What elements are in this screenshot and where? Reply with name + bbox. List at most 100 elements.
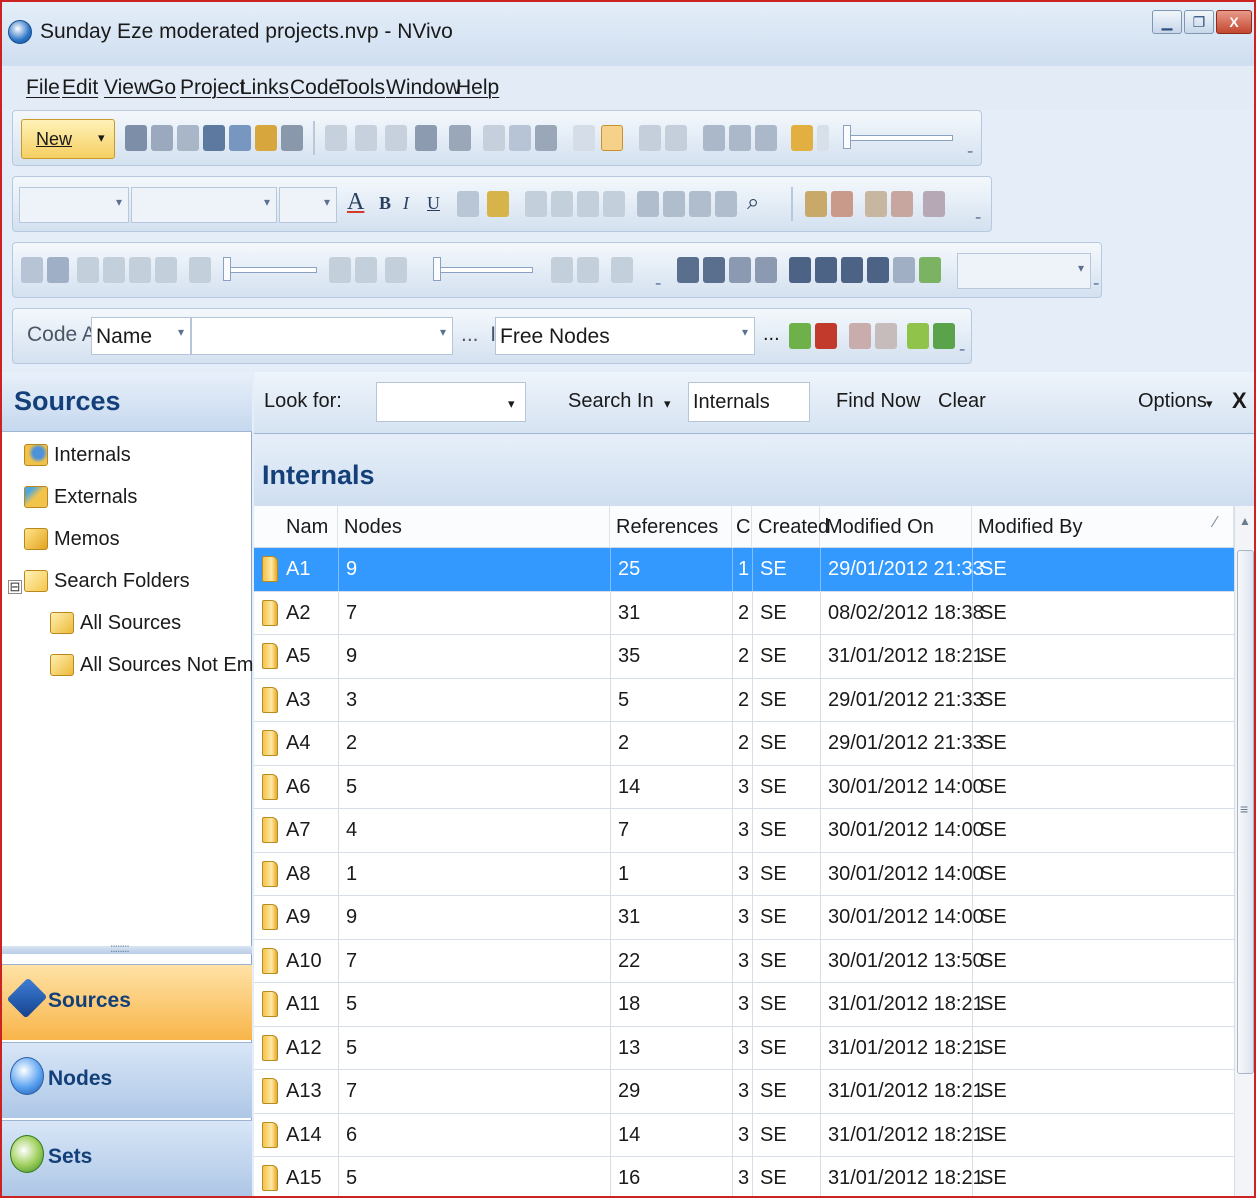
code-in-vivo-icon[interactable] [849, 323, 871, 349]
search-in-field[interactable]: Internals [688, 382, 810, 422]
scroll-up-icon[interactable]: ▲ [1239, 514, 1251, 528]
spread-coding-icon[interactable] [923, 191, 945, 217]
uncode-icon[interactable] [875, 323, 897, 349]
minimize-button[interactable]: ▁ [1152, 10, 1182, 34]
find-now-button[interactable]: Find Now [836, 390, 920, 413]
collapse-icon[interactable]: ⊟ [8, 580, 22, 594]
table-row[interactable]: A15 5 16 3 SE 31/01/2012 18:21 SE [254, 1157, 1234, 1196]
go-to-icon[interactable] [611, 257, 633, 283]
nav-button-nodes[interactable]: Nodes [2, 1042, 252, 1118]
rewind-icon[interactable] [103, 257, 125, 283]
table-row[interactable]: A8 1 1 3 SE 30/01/2012 14:00 SE [254, 852, 1234, 896]
table-row[interactable]: A4 2 2 2 SE 29/01/2012 21:33 SE [254, 722, 1234, 766]
menu-go[interactable]: Go [148, 76, 176, 100]
chart-icon[interactable] [449, 125, 471, 151]
split-cells-icon[interactable] [755, 257, 777, 283]
align-icon[interactable] [355, 125, 377, 151]
play-icon[interactable] [21, 257, 43, 283]
bold-button[interactable]: B [379, 193, 391, 214]
document-view-icon[interactable] [601, 125, 623, 151]
table-row[interactable]: A5 9 35 2 SE 31/01/2012 18:21 SE [254, 635, 1234, 679]
column-header-modified-by[interactable]: Modified By [972, 506, 1234, 548]
insert-column-icon[interactable] [789, 257, 811, 283]
zoom-out-icon[interactable] [665, 125, 687, 151]
delete-column-icon[interactable] [815, 257, 837, 283]
fast-forward-icon[interactable] [129, 257, 151, 283]
code-in-vivo-icon[interactable] [865, 191, 887, 217]
paste-icon[interactable] [255, 125, 277, 151]
uncode-in-vivo-icon[interactable] [891, 191, 913, 217]
skip-forward-icon[interactable] [155, 257, 177, 283]
find-icon[interactable]: ⌕ [747, 189, 759, 215]
fill-color-icon[interactable] [487, 191, 509, 217]
stop-icon[interactable] [47, 257, 69, 283]
code-selection-icon[interactable] [805, 191, 827, 217]
filter-icon[interactable] [729, 125, 751, 151]
column-header-modified-on[interactable]: Modified On [820, 506, 972, 548]
chevron-down-icon[interactable] [817, 125, 829, 151]
toolbar-overflow-icon[interactable]: ⁼ [655, 279, 661, 293]
uncode-at-icon[interactable] [815, 323, 837, 349]
nav-button-sources[interactable]: Sources [2, 964, 252, 1040]
font-size-select[interactable]: ▾ [279, 187, 337, 223]
select-start-icon[interactable] [329, 257, 351, 283]
column-header-name[interactable]: Nam [254, 506, 338, 548]
cut-icon[interactable] [203, 125, 225, 151]
chevron-down-icon[interactable]: ▾ [508, 396, 515, 412]
scrollbar-thumb[interactable]: ≡ [1237, 550, 1254, 1074]
delete-row-icon[interactable] [577, 257, 599, 283]
style-select[interactable]: ▾ [19, 187, 129, 223]
uncode-selection-icon[interactable] [831, 191, 853, 217]
table-row[interactable]: A3 3 5 2 SE 29/01/2012 21:33 SE [254, 678, 1234, 722]
zoom-slider-thumb[interactable] [843, 125, 851, 149]
align-right-icon[interactable] [577, 191, 599, 217]
column-header-created[interactable]: Created [752, 506, 829, 548]
model-icon[interactable] [791, 125, 813, 151]
see-also-icon[interactable] [509, 125, 531, 151]
menu-edit[interactable]: Edit [62, 76, 98, 100]
nav-splitter[interactable]: :::::::: [2, 941, 252, 955]
table-row[interactable]: A1 9 25 1 SE 29/01/2012 21:33 SE [254, 548, 1234, 592]
table-row[interactable]: A10 7 22 3 SE 30/01/2012 13:50 SE [254, 939, 1234, 983]
toolbar-overflow-icon[interactable]: ⁼ [975, 213, 981, 227]
annotation-icon[interactable] [535, 125, 557, 151]
menu-file[interactable]: File [26, 76, 60, 100]
select-finish-icon[interactable] [355, 257, 377, 283]
merge-cells-icon[interactable] [729, 257, 751, 283]
indent-icon[interactable] [385, 125, 407, 151]
column-width-icon[interactable] [841, 257, 863, 283]
table-row[interactable]: A14 6 14 3 SE 31/01/2012 18:21 SE [254, 1113, 1234, 1157]
options-button[interactable]: Options [1138, 390, 1207, 413]
menu-view[interactable]: View [104, 76, 149, 100]
table-row[interactable]: A11 5 18 3 SE 31/01/2012 18:21 SE [254, 983, 1234, 1027]
code-at-select[interactable]: Name ▾ [91, 317, 191, 355]
italic-button[interactable]: I [403, 193, 409, 214]
toolbar-overflow-icon[interactable]: ⁼ [1093, 279, 1099, 293]
export-icon[interactable] [919, 257, 941, 283]
font-family-select[interactable]: ▾ [131, 187, 277, 223]
link-icon[interactable] [483, 125, 505, 151]
code-at-icon[interactable] [789, 323, 811, 349]
properties-icon[interactable] [415, 125, 437, 151]
close-find-button[interactable]: X [1232, 388, 1247, 414]
table-row[interactable]: A13 7 29 3 SE 31/01/2012 18:21 SE [254, 1070, 1234, 1114]
sort-icon[interactable] [703, 125, 725, 151]
chevron-down-icon[interactable]: ▾ [1206, 396, 1213, 412]
ellipsis-button[interactable]: ... [763, 323, 780, 346]
media-select[interactable]: ▾ [957, 253, 1091, 289]
playback-mode-icon[interactable] [385, 257, 407, 283]
row-height-icon[interactable] [867, 257, 889, 283]
table-icon[interactable] [703, 257, 725, 283]
table-row[interactable]: A2 7 31 2 SE 08/02/2012 18:38 SE [254, 591, 1234, 635]
menu-code[interactable]: Code [290, 76, 340, 100]
decrease-indent-icon[interactable] [637, 191, 659, 217]
grid-icon[interactable] [677, 257, 699, 283]
column-header-nodes[interactable]: Nodes [338, 506, 610, 548]
classification-icon[interactable] [755, 125, 777, 151]
look-for-input[interactable] [376, 382, 526, 422]
justify-icon[interactable] [603, 191, 625, 217]
menu-project[interactable]: Project [180, 76, 245, 100]
menu-links[interactable]: Links [240, 76, 289, 100]
insert-row-icon[interactable] [551, 257, 573, 283]
volume-icon[interactable] [189, 257, 211, 283]
